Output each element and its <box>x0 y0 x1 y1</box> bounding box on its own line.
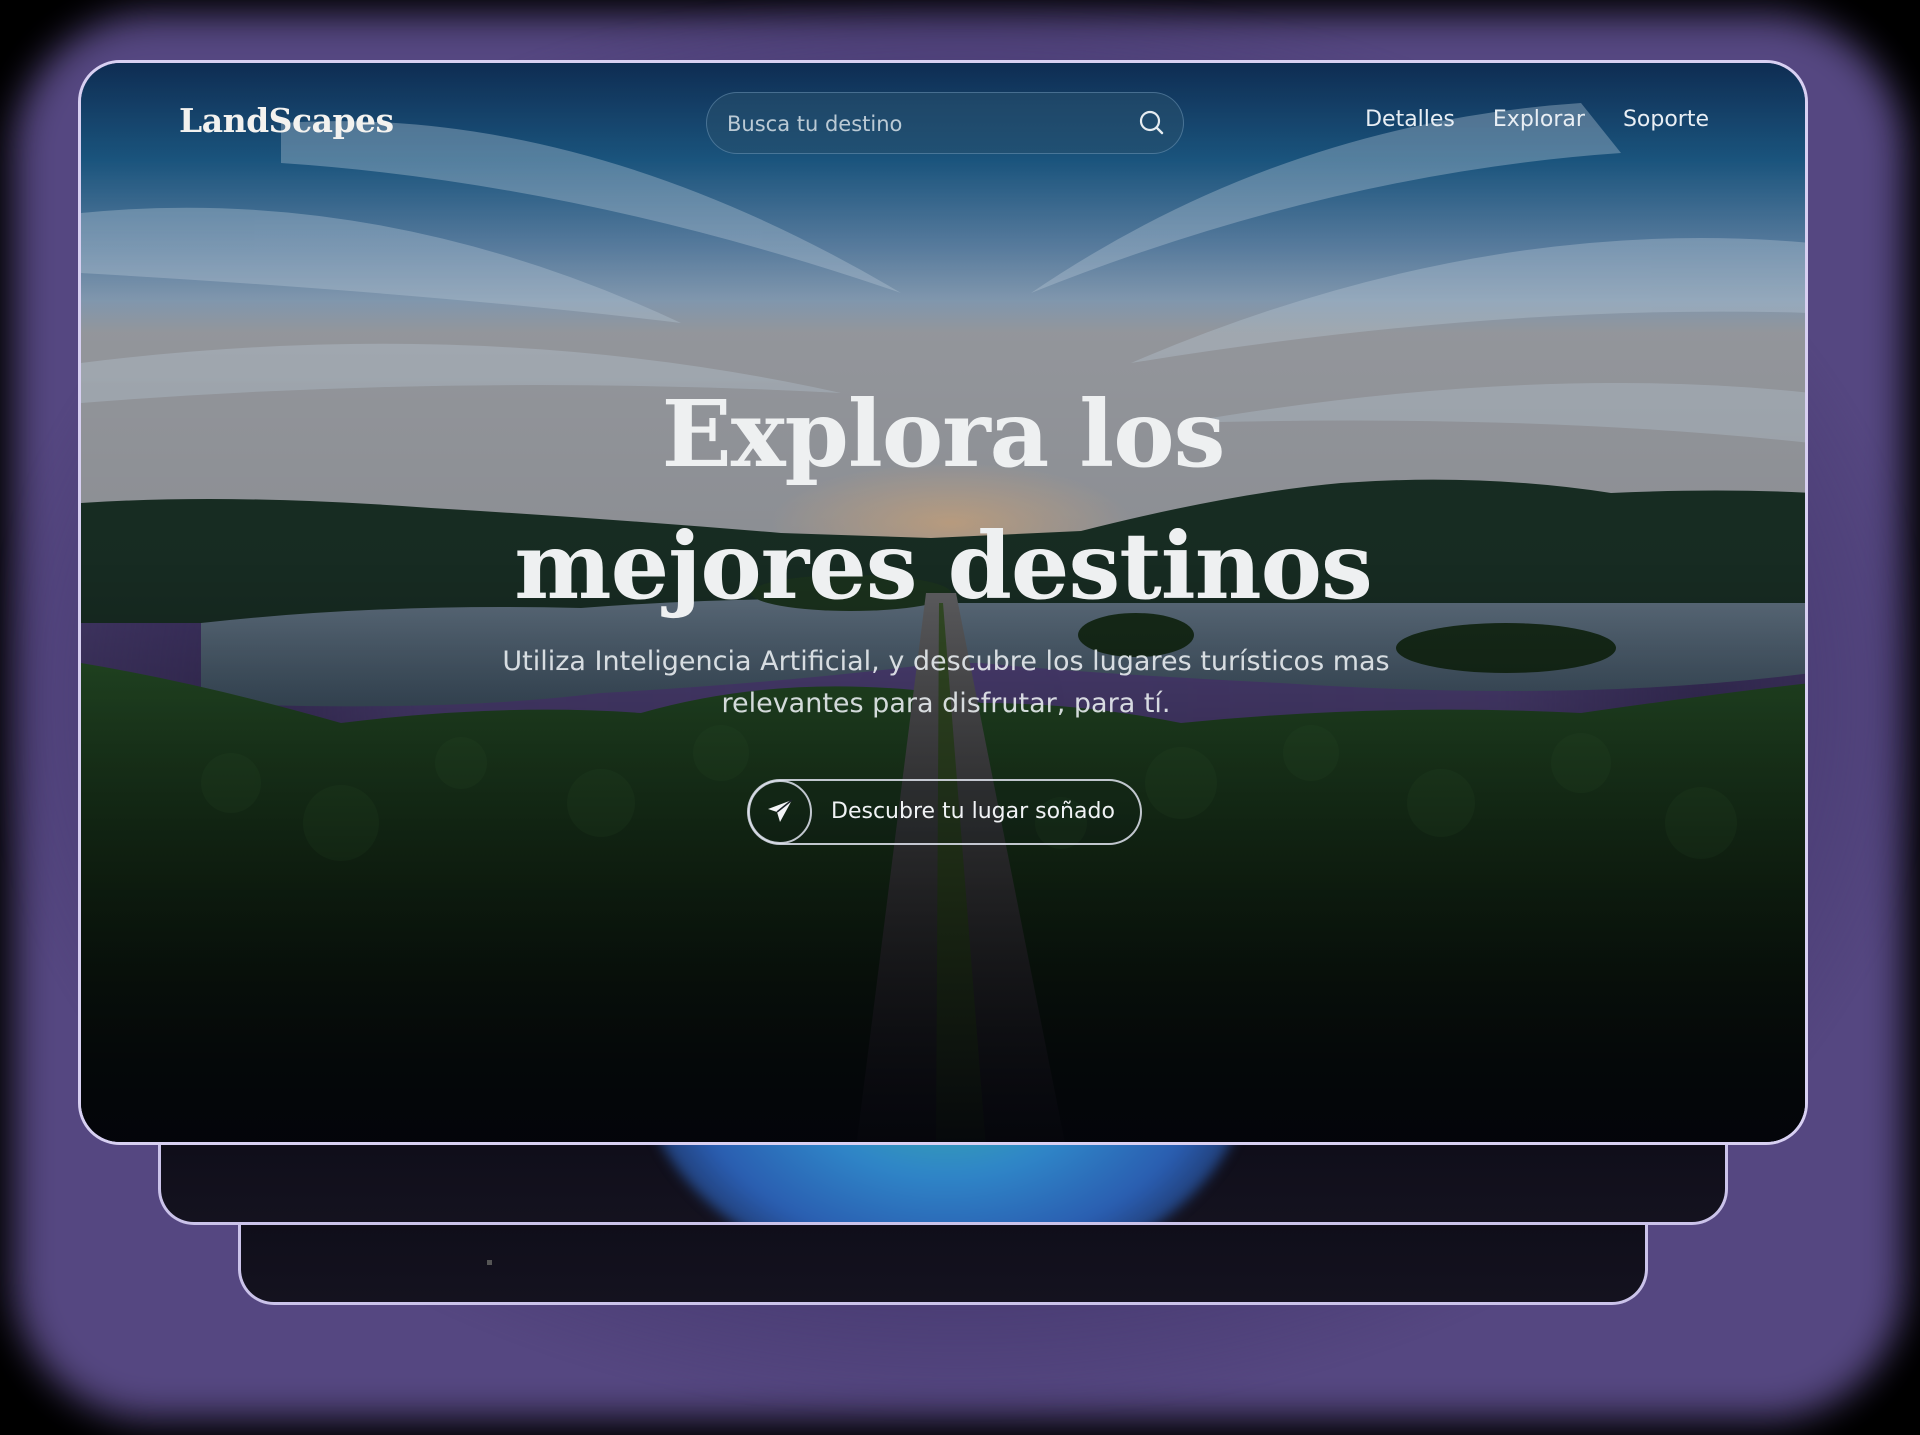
search-bar <box>706 92 1184 154</box>
logo[interactable]: LandScapes <box>179 101 394 140</box>
hero-subtitle-line-2: relevantes para disfrutar, para tí. <box>721 688 1171 719</box>
paper-plane-icon <box>748 780 812 844</box>
hero-title-line-2: mejores destinos <box>514 512 1373 620</box>
hero-title-line-1: Explora los <box>661 380 1226 488</box>
decorative-dot <box>487 1260 492 1265</box>
top-nav: Detalles Explorar Soporte <box>1365 107 1709 132</box>
nav-soporte[interactable]: Soporte <box>1623 107 1709 132</box>
hero-title: Explora los mejores destinos <box>81 368 1805 632</box>
browser-frame: LandScapes Detalles Explorar Soporte Exp… <box>78 60 1808 1145</box>
hero-subtitle-line-1: Utiliza Inteligencia Artificial, y descu… <box>502 646 1390 677</box>
nav-explorar[interactable]: Explorar <box>1493 107 1585 132</box>
discover-button[interactable]: Descubre tu lugar soñado <box>747 779 1142 845</box>
nav-detalles[interactable]: Detalles <box>1365 107 1455 132</box>
search-input[interactable] <box>725 105 1119 143</box>
hero-subtitle: Utiliza Inteligencia Artificial, y descu… <box>431 641 1461 725</box>
search-icon[interactable] <box>1135 106 1169 140</box>
discover-button-label: Descubre tu lugar soñado <box>831 799 1115 824</box>
